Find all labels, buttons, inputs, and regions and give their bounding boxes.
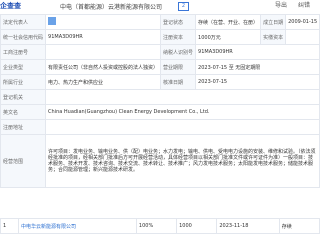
- legal-rep-label: 法定代表人: [0, 14, 47, 30]
- top-bar: 企查查 中电（首都能源）云港新能源有限公司 2 导出 纠错: [0, 0, 320, 12]
- legal-rep-value: [45, 14, 162, 30]
- business-reg-label: 工商注册号: [0, 44, 47, 60]
- row-index: 1: [0, 218, 20, 234]
- paid-capital-label: 实缴资本: [260, 29, 287, 45]
- company-info-table: 法定代表人 登记状态 存续（在营、开业、在册） 成立日期 2009-01-15 …: [0, 14, 320, 188]
- approval-date-label: 核准日期: [160, 74, 197, 90]
- reg-capital-label: 注册资本: [160, 29, 197, 45]
- scope-label: 经营范围: [0, 134, 47, 188]
- branch-amount: 1000: [176, 218, 218, 234]
- avatar: [48, 17, 57, 25]
- english-name-value: China Huadian(Guangzhou) Clean Energy De…: [45, 104, 320, 120]
- logo: 企查查: [0, 2, 21, 10]
- address-value: [45, 119, 320, 135]
- export-button[interactable]: 导出: [275, 1, 287, 10]
- taxpayer-value: 91MA3D09HR: [195, 44, 320, 60]
- branch-date: 2023-11-18: [216, 218, 280, 234]
- branches-table: 1 中电华云新能源有限公司 100% 1000 2023-11-18 存续: [0, 218, 320, 234]
- address-label: 注册地址: [0, 119, 47, 135]
- type-label: 企业类型: [0, 59, 47, 75]
- scope-value: 许可项目：发电业务、输电业务、供（配）电业务；水力发电；输电、供电、受电电力设施…: [45, 134, 320, 188]
- taxpayer-label: 纳税人识别号: [160, 44, 197, 60]
- established-label: 成立日期: [260, 14, 287, 30]
- company-name: 中电（首都能源）云港新能源有限公司: [60, 4, 163, 11]
- term-value: 2023-07-15 至 无固定期限: [195, 59, 320, 75]
- registrar-label: 登记机关: [0, 89, 47, 105]
- reg-status-value: 存续（在营、开业、在册）: [195, 14, 262, 30]
- type-value: 有限责任公司（非自然人投资或控股的法人独资）: [45, 59, 162, 75]
- english-name-label: 英文名: [0, 104, 47, 120]
- industry-label: 所属行业: [0, 74, 47, 90]
- credit-code-value: 91MA3D09HR: [45, 29, 162, 45]
- branch-status: 存续: [278, 218, 320, 234]
- reg-status-label: 登记状态: [160, 14, 197, 30]
- established-value: 2009-01-15: [285, 14, 320, 30]
- credit-code-label: 统一社会信用代码: [0, 29, 47, 45]
- table-row[interactable]: 1 中电华云新能源有限公司 100% 1000 2023-11-18 存续: [0, 218, 320, 234]
- industry-value: 电力、热力生产和供应业: [45, 74, 162, 90]
- company-badge: 2: [178, 2, 189, 11]
- term-label: 营业期限: [160, 59, 197, 75]
- branch-name-link[interactable]: 中电华云新能源有限公司: [18, 218, 137, 234]
- registrar-value: [45, 89, 320, 105]
- feedback-button[interactable]: 纠错: [298, 1, 310, 10]
- approval-date-value: 2023-07-15: [195, 74, 320, 90]
- reg-capital-value: 1000万元: [195, 29, 262, 45]
- branch-percent: 100%: [135, 218, 178, 234]
- paid-capital-value: [285, 29, 320, 45]
- business-reg-value: [45, 44, 162, 60]
